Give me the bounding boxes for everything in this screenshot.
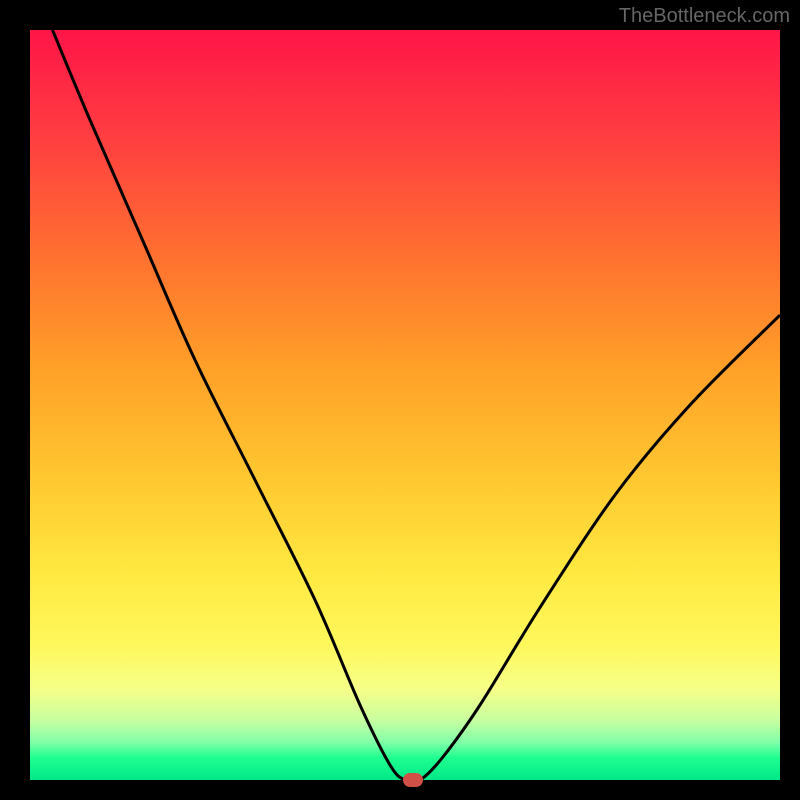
chart-plot-area [30,30,780,780]
watermark-text: TheBottleneck.com [619,5,790,28]
chart-curve [30,30,780,780]
optimal-point-marker [403,773,423,787]
